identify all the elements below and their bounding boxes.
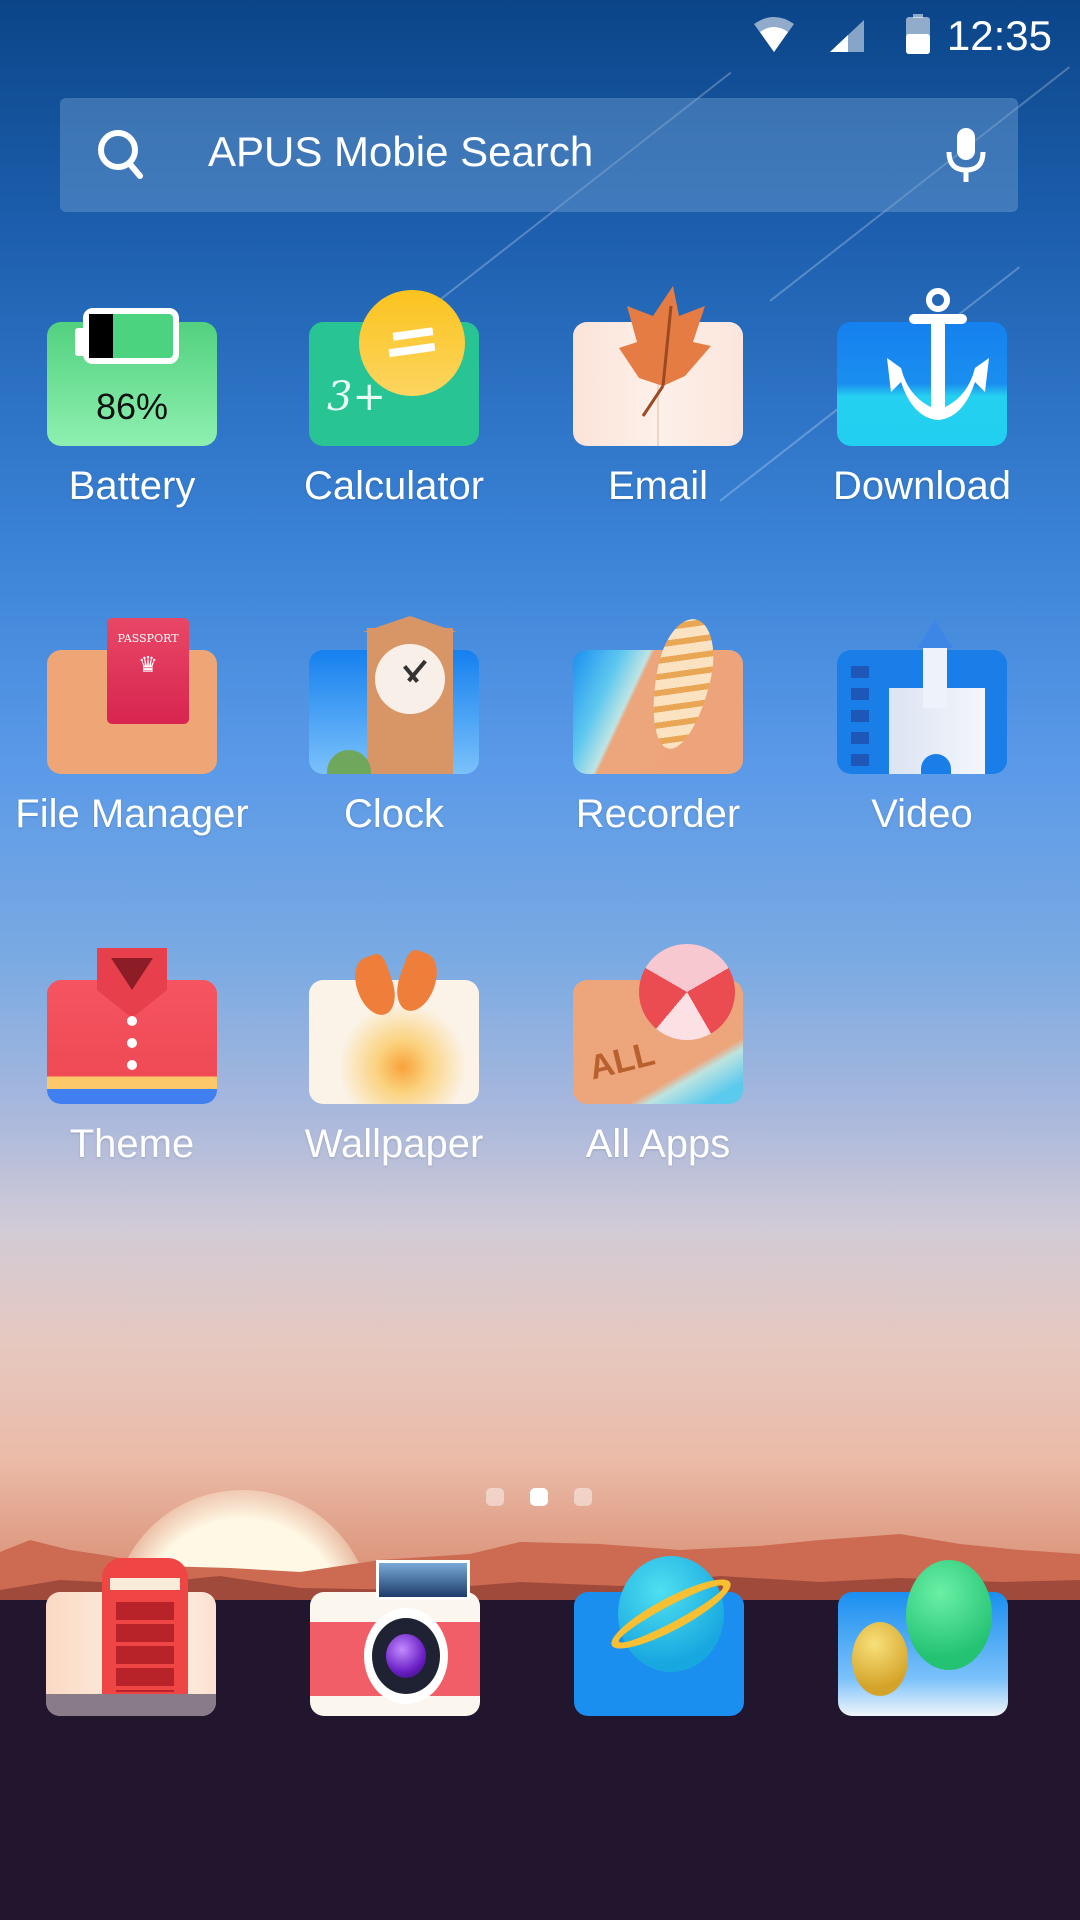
- app-download[interactable]: Download: [790, 288, 1054, 509]
- app-video[interactable]: Video: [790, 620, 1054, 837]
- page-dot[interactable]: [486, 1488, 504, 1506]
- app-label: Clock: [343, 792, 445, 836]
- dock-browser[interactable]: [574, 1556, 744, 1716]
- folder-passport-icon: PASSPORT ♛: [47, 618, 217, 774]
- battery-icon: [906, 14, 930, 54]
- wifi-icon: [754, 17, 794, 52]
- app-clock[interactable]: Clock: [262, 616, 526, 837]
- status-bar: 12:35: [0, 0, 1080, 72]
- search-input[interactable]: APUS Mobie Search: [208, 128, 593, 176]
- app-calculator[interactable]: 3+ Calculator: [262, 290, 526, 509]
- app-label: Calculator: [303, 464, 485, 508]
- app-label: Download: [833, 464, 1011, 508]
- calculator-icon: 3+: [309, 290, 479, 446]
- app-file-manager[interactable]: PASSPORT ♛ File Manager: [0, 618, 264, 837]
- status-time: 12:35: [946, 12, 1052, 59]
- photo-print: [376, 1560, 470, 1600]
- maple-leaf-book-icon: [573, 286, 743, 446]
- cell-signal-icon: [830, 20, 864, 52]
- app-battery[interactable]: 86% Battery: [0, 308, 264, 509]
- dock-messages[interactable]: [838, 1560, 1008, 1716]
- page-dot[interactable]: [574, 1488, 592, 1506]
- app-label: Theme: [69, 1122, 195, 1166]
- balloon-chat-icon: [906, 1560, 992, 1670]
- app-theme[interactable]: Theme: [0, 948, 264, 1167]
- seashell-beach-icon: [573, 613, 743, 774]
- app-wallpaper[interactable]: Wallpaper: [262, 947, 526, 1167]
- microphone-icon[interactable]: [944, 128, 988, 184]
- globe-plane-icon: [604, 1556, 738, 1672]
- anchor-icon: [837, 288, 1007, 446]
- shirt-icon: [47, 948, 217, 1104]
- app-label: Recorder: [575, 792, 741, 836]
- battery-app-icon: 86%: [47, 308, 217, 446]
- app-label: Battery: [68, 464, 196, 508]
- page-dot-active[interactable]: [530, 1488, 548, 1506]
- app-label: All Apps: [585, 1122, 731, 1166]
- app-label: Email: [607, 464, 709, 508]
- camera-icon: [364, 1608, 448, 1704]
- search-bar[interactable]: APUS Mobie Search: [60, 98, 1018, 212]
- app-label: Video: [871, 792, 973, 836]
- clock-tower-icon: [309, 616, 479, 774]
- page-indicator: [486, 1488, 592, 1506]
- app-label: File Manager: [15, 792, 249, 836]
- app-label: Wallpaper: [304, 1122, 484, 1166]
- app-recorder[interactable]: Recorder: [526, 613, 790, 837]
- dock-camera[interactable]: [310, 1560, 480, 1716]
- dock-phone[interactable]: [46, 1558, 216, 1716]
- beach-ball-icon: ALL: [573, 944, 743, 1104]
- search-icon[interactable]: [96, 128, 146, 182]
- telephone-booth-icon: [102, 1558, 188, 1708]
- battery-percent: 86%: [95, 386, 169, 427]
- butterfly-icon: [309, 947, 479, 1104]
- app-all-apps[interactable]: ALL All Apps: [526, 944, 790, 1167]
- castle-film-icon: [837, 620, 1007, 774]
- app-email[interactable]: Email: [526, 286, 790, 509]
